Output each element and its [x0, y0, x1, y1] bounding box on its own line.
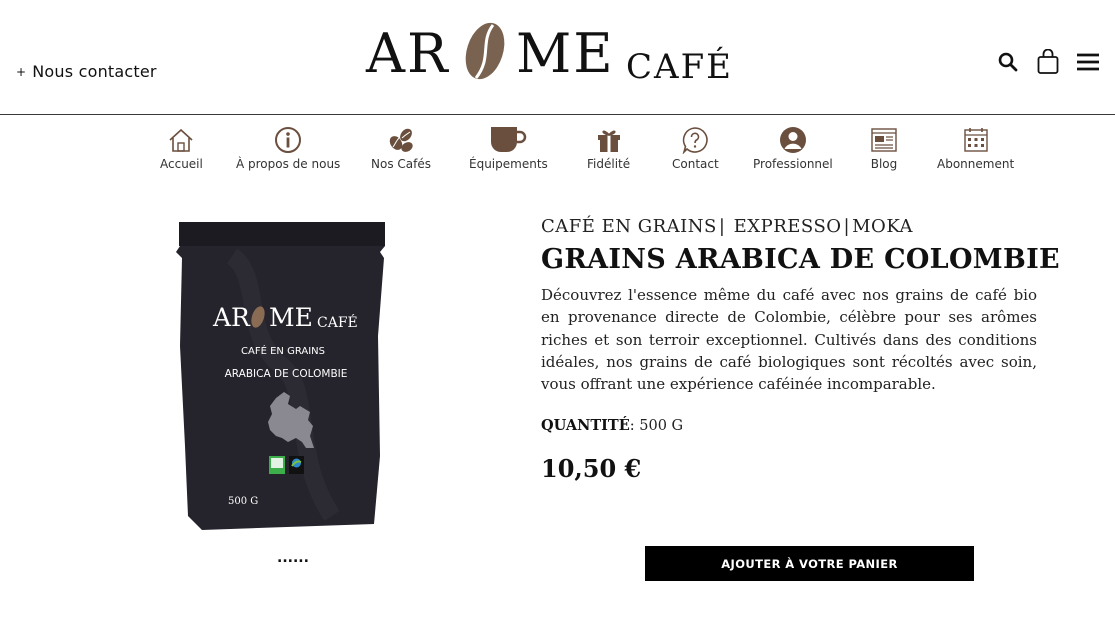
main-nav: Accueil À propos de nous Nos Cafés Équip… — [150, 122, 1030, 182]
logo-text-ar: AR — [366, 22, 450, 85]
home-icon — [167, 122, 195, 154]
blog-icon — [870, 122, 898, 154]
bag-weight: 500 G — [228, 496, 258, 507]
product-categories: CAFÉ EN GRAINS | EXPRESSO | MOKA — [541, 216, 1037, 237]
gallery-dots[interactable]: ...... — [277, 550, 309, 566]
coffee-cup-icon — [489, 122, 527, 154]
nav-label: Abonnement — [937, 157, 1015, 171]
category-link[interactable]: MOKA — [852, 216, 913, 237]
product-price: 10,50 € — [541, 454, 642, 484]
category-separator: | — [843, 216, 851, 237]
add-to-cart-button[interactable]: AJOUTER À VOTRE PANIER — [645, 546, 974, 581]
calendar-icon — [962, 122, 990, 154]
contact-link[interactable]: + Nous contacter — [16, 62, 157, 81]
nav-label: Nos Cafés — [371, 157, 431, 171]
nav-label: Accueil — [160, 157, 203, 171]
nav-item-accueil[interactable]: Accueil — [160, 122, 203, 171]
nav-item-professionnel[interactable]: Professionnel — [753, 122, 833, 171]
quantity-label: QUANTITÉ — [541, 417, 630, 435]
coffee-beans-icon — [386, 122, 416, 154]
info-icon — [274, 122, 302, 154]
search-icon[interactable] — [995, 48, 1021, 76]
site-logo[interactable]: AR ME CAFÉ — [366, 20, 736, 90]
category-separator: | — [718, 216, 726, 237]
bag-logo-me: ME — [269, 303, 313, 332]
user-icon — [779, 122, 807, 154]
product-info: CAFÉ EN GRAINS | EXPRESSO | MOKA GRAINS ARA… — [541, 216, 1060, 484]
coffee-bean-logo-icon — [465, 22, 505, 80]
nav-label: À propos de nous — [236, 157, 341, 171]
nav-item-abonnement[interactable]: Abonnement — [937, 122, 1014, 171]
gift-icon — [595, 122, 623, 154]
question-icon — [681, 122, 709, 154]
site-header: + Nous contacter AR ME CAFÉ — [0, 0, 1115, 115]
plus-icon: + — [16, 64, 27, 79]
product-description: Découvrez l'essence même du café avec no… — [541, 286, 1037, 394]
category-link[interactable]: CAFÉ EN GRAINS — [541, 216, 717, 237]
logo-text-cafe: CAFÉ — [626, 47, 733, 87]
product-image[interactable]: AR ME CAFÉ CAFÉ EN GRAINS ARABICA DE COL… — [172, 216, 394, 534]
nav-item-fidelite[interactable]: Fidélité — [587, 122, 630, 171]
nav-item-a-propos[interactable]: À propos de nous — [236, 122, 340, 171]
nav-label: Contact — [672, 157, 719, 171]
nav-item-contact[interactable]: Contact — [672, 122, 719, 171]
coffee-bag-image: AR ME CAFÉ CAFÉ EN GRAINS ARABICA DE COL… — [176, 222, 385, 530]
nav-item-nos-cafes[interactable]: Nos Cafés — [371, 122, 431, 171]
menu-icon[interactable] — [1075, 48, 1101, 76]
quantity-value: : 500 G — [629, 418, 684, 435]
bag-logo-ar: AR — [212, 303, 251, 332]
product-title: GRAINS ARABICA DE COLOMBIE — [541, 244, 1060, 275]
nav-item-equipements[interactable]: Équipements — [469, 122, 548, 171]
bag-logo-cafe: CAFÉ — [317, 313, 358, 331]
product-quantity: QUANTITÉ: 500 G — [541, 417, 1037, 434]
nav-label: Équipements — [469, 157, 548, 171]
cart-icon[interactable] — [1035, 48, 1061, 76]
bag-line1: CAFÉ EN GRAINS — [241, 344, 325, 357]
category-link[interactable]: EXPRESSO — [734, 216, 842, 237]
nav-label: Fidélité — [587, 157, 631, 171]
bag-line2: ARABICA DE COLOMBIE — [225, 368, 348, 380]
header-actions — [995, 48, 1101, 76]
nav-item-blog[interactable]: Blog — [870, 122, 898, 171]
nav-label: Professionnel — [753, 157, 833, 171]
logo-text-me: ME — [516, 22, 615, 85]
contact-link-label: Nous contacter — [32, 62, 157, 81]
nav-label: Blog — [870, 157, 898, 171]
